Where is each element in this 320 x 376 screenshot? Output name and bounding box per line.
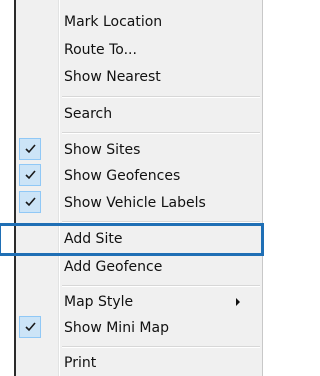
menu-item-label: Show Nearest: [64, 69, 161, 85]
highlight-callout-box: [0, 223, 264, 256]
menu-separator: [62, 285, 260, 287]
menu-item-show-mini-map[interactable]: Show Mini Map: [16, 315, 262, 341]
menu-item-add-geofence[interactable]: Add Geofence: [16, 254, 262, 280]
menu-item-label: Show Sites: [64, 142, 141, 158]
menu-item-search[interactable]: Search: [16, 101, 262, 127]
menu-separator: [62, 346, 260, 348]
menu-item-show-geofences[interactable]: Show Geofences: [16, 163, 262, 189]
submenu-arrow-icon: [236, 298, 240, 306]
menu-item-label: Map Style: [64, 294, 134, 310]
menu-item-show-vehicle-labels[interactable]: Show Vehicle Labels: [16, 190, 262, 216]
menu-item-label: Show Vehicle Labels: [64, 195, 206, 211]
menu-item-map-style[interactable]: Map Style: [16, 289, 262, 315]
menu-item-label: Add Geofence: [64, 259, 163, 275]
menu-separator: [62, 132, 260, 134]
menu-item-label: Print: [64, 355, 97, 371]
checkmark-icon: [19, 191, 41, 213]
menu-item-label: Route To...: [64, 42, 137, 58]
menu-item-print[interactable]: Print: [16, 350, 262, 376]
checkmark-icon: [19, 164, 41, 186]
menu-item-mark-location[interactable]: Mark Location: [16, 9, 262, 35]
checkmark-icon: [19, 138, 41, 160]
menu-item-show-sites[interactable]: Show Sites: [16, 137, 262, 163]
context-menu: Mark Location Route To... Show Nearest S…: [16, 0, 263, 376]
menu-item-show-nearest[interactable]: Show Nearest: [16, 64, 262, 90]
menu-item-label: Show Mini Map: [64, 320, 169, 336]
menu-item-route-to[interactable]: Route To...: [16, 37, 262, 63]
menu-item-label: Show Geofences: [64, 168, 181, 184]
checkmark-icon: [19, 316, 41, 338]
menu-separator: [62, 96, 260, 98]
menu-item-label: Search: [64, 106, 113, 122]
menu-item-label: Mark Location: [64, 14, 163, 30]
screen: Mark Location Route To... Show Nearest S…: [0, 0, 274, 376]
